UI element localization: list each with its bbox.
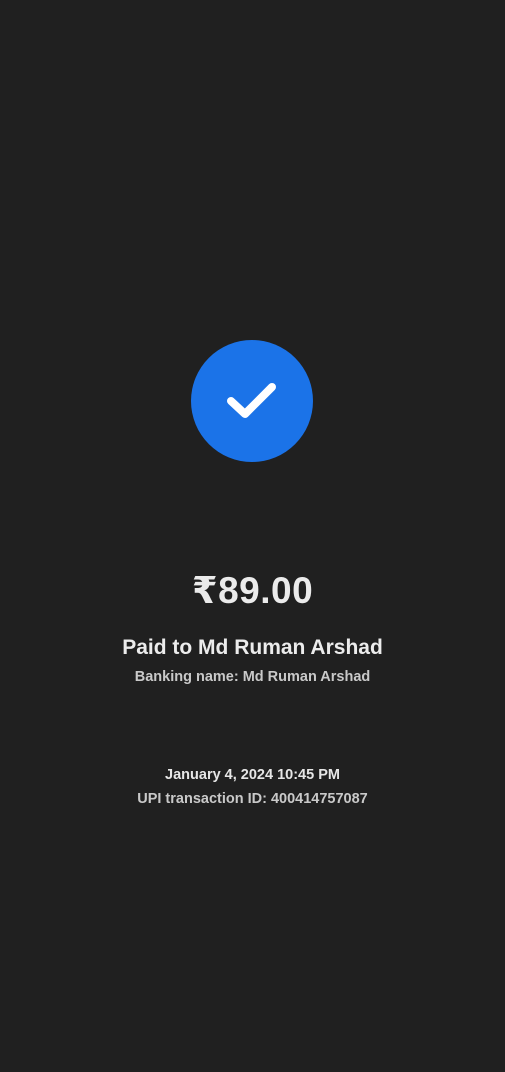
- payment-success-screen: ₹89.00 Paid to Md Ruman Arshad Banking n…: [0, 0, 505, 1072]
- success-badge: [191, 340, 313, 462]
- payee-name: Paid to Md Ruman Arshad: [122, 636, 383, 659]
- banking-name: Banking name: Md Ruman Arshad: [134, 669, 371, 685]
- transaction-datetime: January 4, 2024 10:45 PM: [165, 767, 340, 783]
- payment-amount: ₹89.00: [191, 570, 314, 611]
- checkmark-icon: [225, 379, 279, 423]
- transaction-id: UPI transaction ID: 400414757087: [137, 791, 368, 807]
